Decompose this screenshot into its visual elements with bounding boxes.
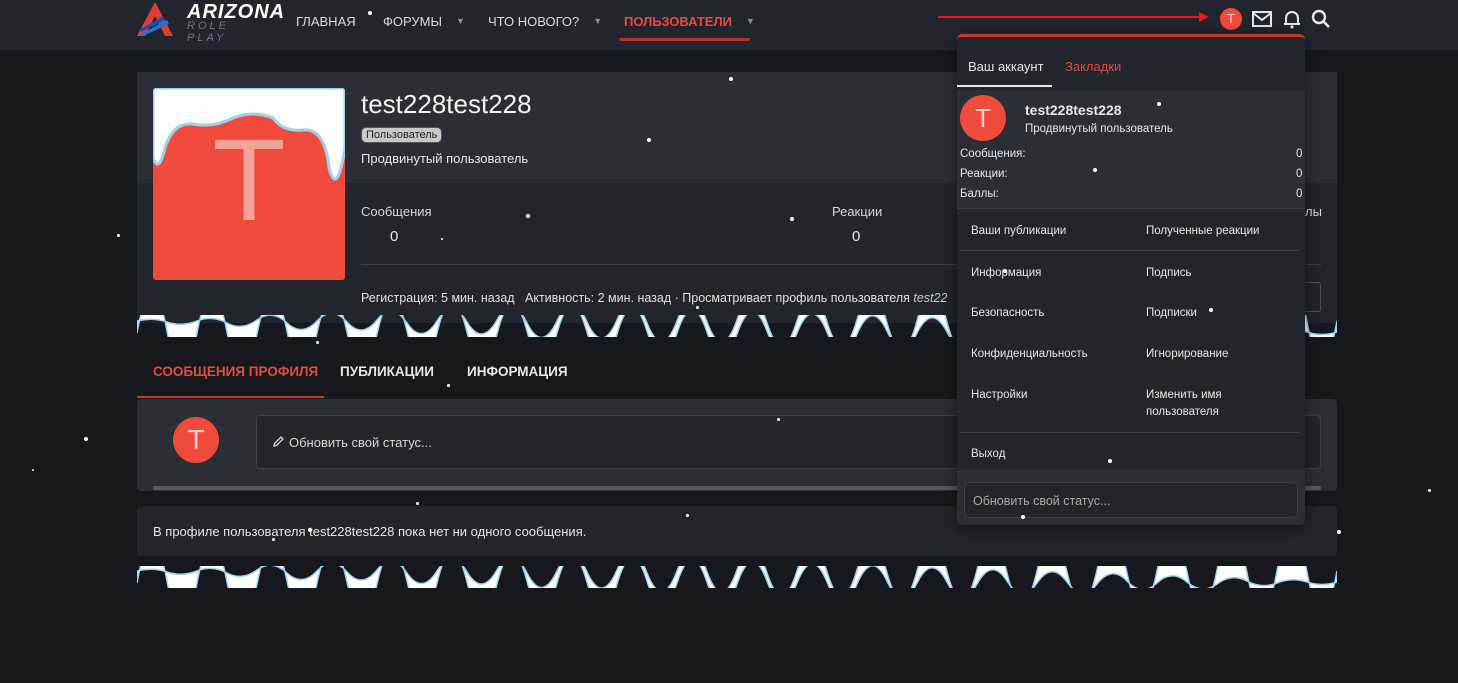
stat-points-label[interactable]: лы [1305,204,1322,219]
dropdown-divider [960,250,1300,251]
snowflake [790,217,794,221]
snowflake [368,11,372,15]
nav-active-underline [619,38,750,41]
nav-home[interactable]: ГЛАВНАЯ [296,0,356,42]
dropdown-active-tab-underline [957,85,1052,87]
link-security[interactable]: Безопасность [971,305,1131,322]
stat-messages-value[interactable]: 0 [390,228,398,245]
snowflake [447,384,450,387]
snowflake [1337,530,1341,534]
dropdown-status-placeholder: Обновить свой статус... [973,494,1111,508]
nav-whats-new-label: ЧТО НОВОГО? [488,13,580,29]
dropdown-user-title: Продвинутый пользователь [1025,123,1173,135]
snowflake [117,234,120,237]
status-placeholder: Обновить свой статус... [289,435,432,450]
snowflake [416,502,419,505]
profile-activity-line: Регистрация: 5 мин. назад Активность: 2 … [361,291,947,305]
user-group-badge: Пользователь [361,127,443,143]
snowflake [272,538,275,541]
link-received-reactions[interactable]: Полученные реакции [1146,223,1306,240]
snowflake [84,437,88,441]
dropdown-stat-messages-label: Сообщения: [960,148,1026,160]
active-tab-underline [137,396,324,398]
dropdown-stat-reactions-value: 0 [1296,168,1303,180]
dropdown-stat-points-value: 0 [1296,188,1303,200]
dropdown-avatar[interactable]: T [960,95,1006,141]
dropdown-stat-points-label: Баллы: [960,188,999,200]
link-ignoring[interactable]: Игнорирование [1146,346,1306,363]
chevron-down-icon[interactable]: ▼ [593,16,602,26]
snowflake [1209,308,1213,312]
dropdown-tab-bookmarks[interactable]: Закладки [1065,59,1121,74]
status-avatar[interactable]: T [173,417,219,463]
snowflake [1428,489,1431,492]
logo-emblem-icon [137,2,173,36]
chevron-down-icon[interactable]: ▼ [746,16,755,26]
header-avatar[interactable]: T [1220,8,1242,30]
tab-profile-posts[interactable]: СООБЩЕНИЯ ПРОФИЛЯ [153,364,318,379]
link-privacy[interactable]: Конфиденциальность [971,346,1131,363]
registration-label: Регистрация: [361,291,438,305]
nav-forums-label: ФОРУМЫ [383,13,442,29]
link-settings[interactable]: Настройки [971,387,1131,404]
link-information[interactable]: Информация [971,265,1131,282]
profile-username: test228test228 [361,89,532,119]
search-icon[interactable] [1310,8,1332,30]
snowflake [686,514,689,517]
stat-messages-label[interactable]: Сообщения [361,204,432,219]
logo-subtitle: ROLE PLAY [187,20,229,44]
nav-home-label: ГЛАВНАЯ [296,13,356,29]
snowflake [1021,515,1025,519]
nav-users[interactable]: ПОЛЬЗОВАТЕЛИ ▼ [624,0,755,42]
dropdown-status-input[interactable]: Обновить свой статус... [964,482,1298,518]
nav-whats-new[interactable]: ЧТО НОВОГО? ▼ [488,0,602,42]
snowflake [526,214,530,218]
nav-forums[interactable]: ФОРУМЫ ▼ [383,0,465,42]
snowflake [1093,168,1097,172]
bell-icon[interactable] [1281,8,1303,30]
dropdown-separator [957,208,1305,209]
stat-reactions-label[interactable]: Реакции [832,204,882,219]
link-logout[interactable]: Выход [971,446,1131,463]
link-change-username[interactable]: Изменить имя пользователя [1146,387,1276,421]
dropdown-divider [960,432,1300,433]
profile-avatar[interactable]: T [153,88,345,280]
dropdown-username[interactable]: test228test228 [1025,102,1122,118]
tab-information[interactable]: ИНФОРМАЦИЯ [467,364,568,379]
dropdown-stat-messages-value: 0 [1296,148,1303,160]
activity-target[interactable]: test22 [913,291,947,305]
snowflake [1157,102,1161,106]
link-following[interactable]: Подписки [1146,305,1306,322]
annotation-arrow [938,12,1209,22]
link-your-publications[interactable]: Ваши публикации [971,223,1131,240]
nav-users-label: ПОЛЬЗОВАТЕЛИ [624,13,732,29]
snowflake [1108,459,1112,463]
empty-messages-text: В профиле пользователя test228test228 по… [153,524,587,539]
snowflake [696,306,699,309]
stat-reactions-value[interactable]: 0 [852,228,860,245]
activity-label: Активность: [525,291,595,305]
snowflake [32,469,34,471]
activity-value: 2 мин. назад · Просматривает профиль пол… [597,291,910,305]
snow-cap-decoration [153,88,345,181]
snowflake [316,341,319,344]
snowflake [647,138,651,142]
snowflake [308,528,312,532]
account-dropdown: Ваш аккаунт Закладки T test228test228 Пр… [957,34,1305,525]
snowflake [1003,269,1007,273]
dropdown-stat-reactions-label: Реакции: [960,168,1008,180]
tab-publications[interactable]: ПУБЛИКАЦИИ [340,364,434,379]
chevron-down-icon[interactable]: ▼ [456,16,465,26]
snow-divider-bottom [137,566,1337,588]
mail-icon[interactable] [1251,8,1273,30]
snowflake [777,418,780,421]
site-logo[interactable]: ARIZONA ROLE PLAY [137,0,284,44]
link-signature[interactable]: Подпись [1146,265,1306,282]
snowflake [729,77,733,81]
pencil-icon [273,436,284,447]
user-title: Продвинутый пользователь [361,151,529,166]
registration-value: 5 мин. назад [441,291,515,305]
dropdown-tab-account[interactable]: Ваш аккаунт [968,59,1044,74]
snowflake [441,238,443,240]
